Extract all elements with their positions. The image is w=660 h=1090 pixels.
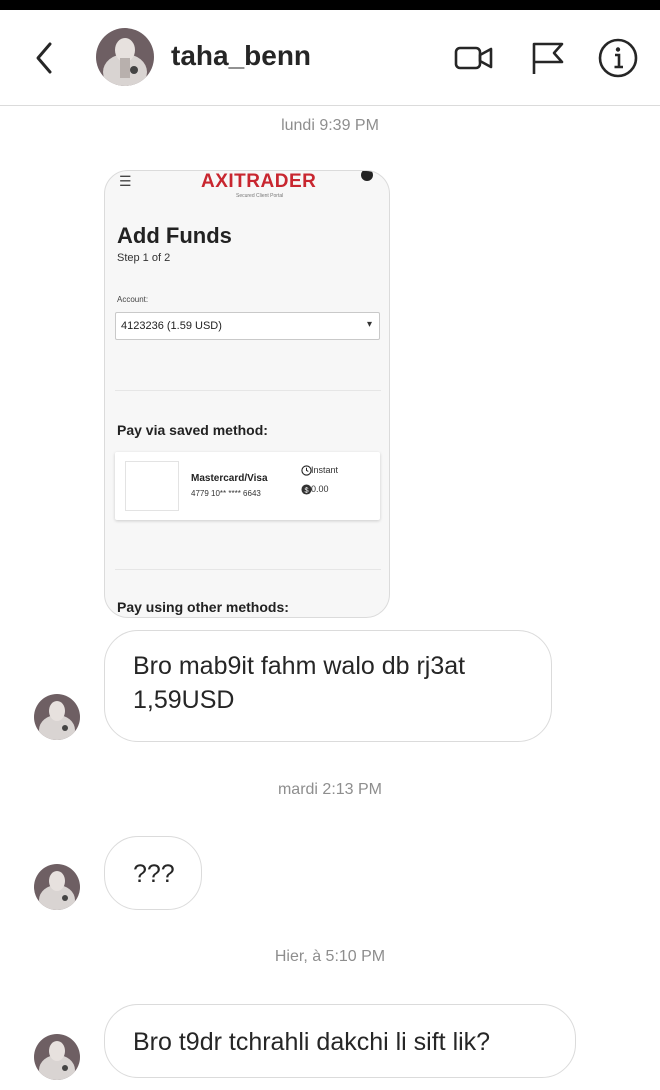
message-text-line: Bro mab9it fahm walo db rj3at <box>133 652 466 680</box>
video-call-icon <box>454 46 493 70</box>
processing-speed: Instant <box>311 465 339 475</box>
pay-other-heading: Pay using other methods: <box>117 599 289 615</box>
back-button[interactable] <box>26 36 66 80</box>
card-number: 4779 10** **** 6643 <box>191 489 261 498</box>
message-bubble[interactable]: Bro mab9it fahm walo db rj3at 1,59USD <box>104 630 552 742</box>
step-indicator: Step 1 of 2 <box>117 252 171 264</box>
fee-amount: 0.00 <box>311 484 329 494</box>
sender-avatar[interactable] <box>34 864 80 910</box>
account-value: 4123236 (1.59 USD) <box>121 320 222 332</box>
card-name: Mastercard/Visa <box>191 473 268 484</box>
caret-down-icon: ▾ <box>366 319 372 330</box>
card-image-placeholder <box>125 461 179 511</box>
message-bubble[interactable]: Bro t9dr tchrahli dakchi li sift lik? <box>104 1004 576 1078</box>
hamburger-icon: ☰ <box>119 173 132 189</box>
divider <box>115 569 381 570</box>
account-label: Account: <box>117 295 149 304</box>
message-bubble[interactable]: ??? <box>104 836 202 910</box>
report-button[interactable] <box>526 36 570 80</box>
status-bar <box>0 0 660 10</box>
video-call-button[interactable] <box>452 36 496 80</box>
timestamp: Hier, à 5:10 PM <box>274 948 386 965</box>
brand-logo: AXITRADER <box>201 171 317 192</box>
user-icon <box>361 171 373 181</box>
sender-avatar[interactable] <box>34 694 80 740</box>
message-text: ??? <box>133 860 175 888</box>
brand-subtitle: Secured Client Portal <box>236 193 284 199</box>
add-funds-title: Add Funds <box>117 223 232 248</box>
sender-avatar[interactable] <box>34 1034 80 1080</box>
timestamp: lundi 9:39 PM <box>281 117 379 134</box>
flag-icon <box>532 42 564 74</box>
message-text-line: 1,59USD <box>133 686 235 714</box>
divider <box>115 390 381 391</box>
message-text: Bro t9dr tchrahli dakchi li sift lik? <box>133 1028 491 1056</box>
chat-header: taha_benn <box>0 10 660 106</box>
shared-screenshot-message[interactable]: ☰ AXITRADER Secured Client Portal Add Fu… <box>104 170 390 618</box>
back-icon <box>36 42 52 74</box>
svg-text:$: $ <box>304 485 308 494</box>
shared-screenshot: ☰ AXITRADER Secured Client Portal Add Fu… <box>105 171 389 617</box>
saved-card: Mastercard/Visa 4779 10** **** 6643 Inst… <box>115 452 380 520</box>
timestamp: mardi 2:13 PM <box>277 781 383 798</box>
header-avatar[interactable] <box>96 28 154 86</box>
info-button[interactable] <box>596 36 640 80</box>
chat-username[interactable]: taha_benn <box>171 40 311 72</box>
account-select: 4123236 (1.59 USD) ▾ <box>115 312 380 340</box>
info-icon <box>598 38 638 78</box>
pay-saved-heading: Pay via saved method: <box>117 422 268 438</box>
